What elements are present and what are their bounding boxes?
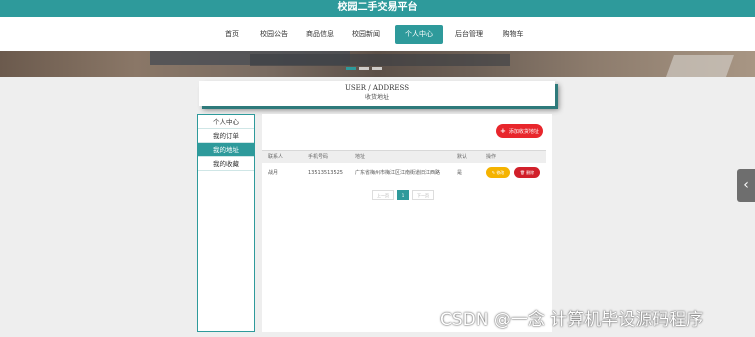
site-title-bar: 校园二手交易平台 (0, 0, 755, 17)
col-address: 地址 (355, 154, 366, 160)
cell-contact: 战月 (268, 170, 279, 176)
site-title: 校园二手交易平台 (337, 2, 418, 13)
page-1-button[interactable]: 1 (397, 190, 409, 200)
col-contact: 联系人 (268, 154, 284, 160)
nav-personal-center[interactable]: 个人中心 (395, 25, 443, 44)
edit-label: 修改 (496, 170, 505, 175)
nav-news[interactable]: 校园新闻 (348, 25, 384, 44)
main-nav: 首页 校园公告 商品信息 校园新闻 个人中心 后台管理 购物车 (0, 17, 755, 51)
edit-button[interactable]: ✎ 修改 (486, 167, 510, 178)
plus-icon: + (500, 127, 506, 135)
prev-page-button[interactable]: 上一页 (372, 190, 394, 200)
delete-label: 删除 (526, 170, 535, 175)
sidebar-item-orders[interactable]: 我的订单 (198, 129, 254, 143)
user-sidebar: 个人中心 我的订单 我的地址 我的收藏 (197, 114, 255, 332)
watermark-text: CSDN @一念 计算机毕设源码程序 (440, 310, 704, 330)
cell-default: 是 (457, 170, 463, 176)
page-title-en: USER / ADDRESS (344, 84, 409, 92)
delete-button[interactable]: 🗑 删除 (514, 167, 540, 178)
sidebar-item-center[interactable]: 个人中心 (198, 115, 254, 129)
chevron-left-icon: ‹ (743, 177, 749, 193)
col-actions: 操作 (486, 154, 497, 160)
add-address-button[interactable]: + 添加收货地址 (496, 124, 543, 138)
next-page-button[interactable]: 下一页 (412, 190, 434, 200)
banner-indicator[interactable] (346, 67, 386, 70)
side-collapse-tab[interactable]: ‹ (737, 169, 755, 202)
add-address-label: 添加收货地址 (508, 129, 539, 135)
cell-address: 广东省梅州市梅江区江南街道旧江西路 (355, 170, 441, 176)
nav-home[interactable]: 首页 (218, 25, 246, 44)
page-title-cn: 收货地址 (364, 94, 389, 101)
sidebar-item-address[interactable]: 我的地址 (198, 143, 254, 157)
nav-admin[interactable]: 后台管理 (451, 25, 487, 44)
table-header: 联系人 手机号码 地址 默认 操作 (262, 150, 546, 163)
col-default: 默认 (457, 154, 468, 160)
cell-phone: 13513513525 (308, 170, 343, 176)
sidebar-item-favorites[interactable]: 我的收藏 (198, 157, 254, 171)
nav-notice[interactable]: 校园公告 (256, 25, 292, 44)
page-title-box: USER / ADDRESS 收货地址 (199, 81, 555, 106)
address-panel: + 添加收货地址 联系人 手机号码 地址 默认 操作 战月 13513513525… (262, 114, 552, 332)
col-phone: 手机号码 (308, 154, 329, 160)
banner-image (0, 51, 755, 77)
nav-cart[interactable]: 购物车 (497, 25, 529, 44)
nav-products[interactable]: 商品信息 (302, 25, 338, 44)
